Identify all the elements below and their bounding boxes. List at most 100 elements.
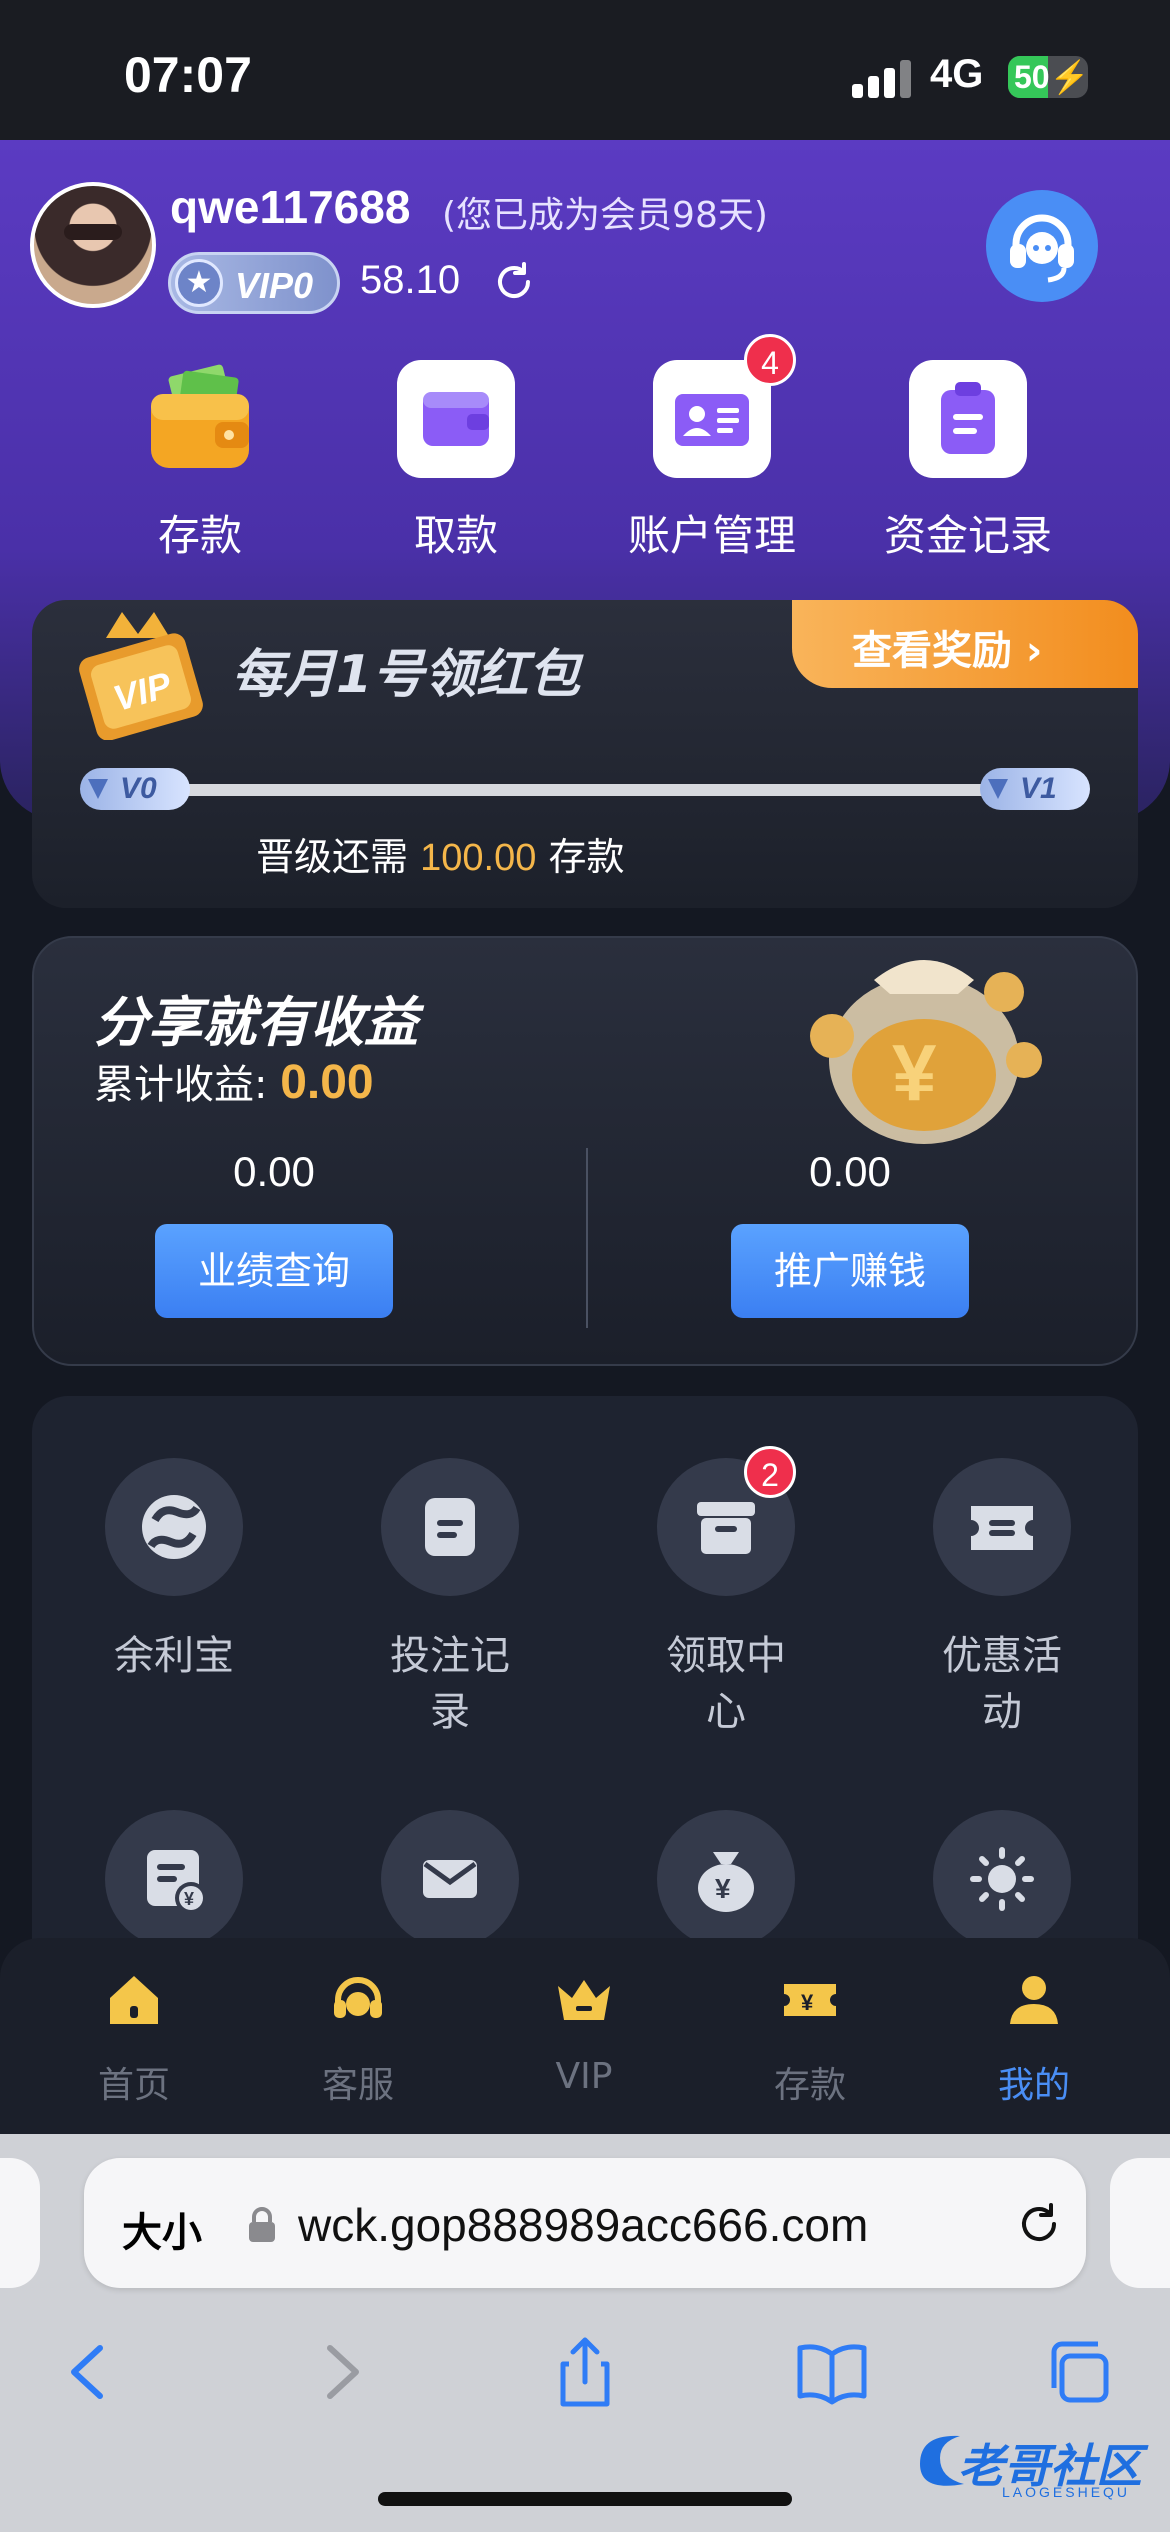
share-icon[interactable] [545, 2332, 625, 2412]
quick-action-label: 账户管理 [627, 511, 796, 560]
promote-earn-button[interactable]: 推广赚钱 [731, 1224, 969, 1318]
performance-query-button[interactable]: 业绩查询 [155, 1224, 393, 1318]
current-level-pill: V0 [80, 768, 190, 810]
tab-label-active: 我的 [997, 2065, 1070, 2106]
money-bag-illustration-icon: ¥ [810, 960, 1042, 1144]
performance-column: 0.00 业绩查询 [34, 1148, 514, 1318]
tab-label: 客服 [321, 2065, 394, 2106]
svg-text:¥: ¥ [715, 1873, 731, 1904]
tab-label: 存款 [773, 2065, 846, 2106]
tab-vip[interactable]: VIP [494, 1968, 674, 2097]
watermark-logo: 老哥社区 LAOGESHEQU [910, 2418, 1160, 2508]
avatar[interactable] [30, 182, 156, 308]
tab-label: VIP [555, 2056, 613, 2097]
text-size-button[interactable]: 大小 [122, 2200, 202, 2258]
total-earnings: 累计收益: 0.00 [94, 1056, 374, 1109]
ticket-yen-icon: ¥ [784, 1984, 836, 2016]
signal-icon [852, 58, 912, 98]
notification-badge: 2 [744, 1446, 796, 1498]
user-icon [1010, 1976, 1058, 2024]
mail-icon [381, 1810, 519, 1948]
bill-icon: ¥ [105, 1810, 243, 1948]
grid-item-bet-records[interactable]: 投注记录 [340, 1458, 560, 1740]
quick-action-account[interactable]: 4 账户管理 [628, 334, 796, 560]
grid-label: 优惠活动 [942, 1633, 1062, 1735]
status-bar: 07:07 4G 50⚡ [0, 0, 1170, 140]
share-title: 分享就有收益 [94, 991, 418, 1054]
home-icon [110, 1976, 158, 2024]
address-bar[interactable]: 大小 wck.gop888989acc666.com [84, 2158, 1086, 2288]
grid-item-promotions[interactable]: 优惠活动 [892, 1458, 1112, 1740]
yulibao-icon [105, 1458, 243, 1596]
promotion-column: 0.00 推广赚钱 [610, 1148, 1090, 1318]
grid-label: 投注记录 [390, 1633, 510, 1735]
grid-item-claim-center[interactable]: 2 领取中心 [616, 1446, 836, 1740]
tab-mine[interactable]: 我的 [944, 1968, 1124, 2108]
upgrade-amount: 100.00 [420, 837, 537, 879]
tab-support[interactable]: 客服 [268, 1968, 448, 2108]
bottom-tab-bar: 首页 客服 VIP ¥ 存款 我的 [0, 1938, 1170, 2134]
refresh-icon[interactable] [490, 258, 538, 306]
svg-text:¥: ¥ [801, 1990, 814, 2015]
previous-tab-preview[interactable] [0, 2158, 40, 2288]
clipboard-icon [909, 360, 1027, 478]
vip-star-icon: ★ [175, 259, 223, 307]
grid-label: 领取中心 [666, 1633, 786, 1735]
balance-value: 58.10 [360, 258, 461, 302]
crown-icon [558, 1980, 610, 2020]
next-tab-preview[interactable] [1110, 2158, 1170, 2288]
vip-level-label: VIP0 [235, 265, 314, 306]
username: qwe117688 [170, 181, 411, 233]
headset-icon [334, 1977, 382, 2018]
view-rewards-button[interactable]: 查看奖励 › [792, 600, 1138, 688]
quick-action-fund-records[interactable]: 资金记录 [884, 360, 1052, 560]
vip-monthly-bonus-card[interactable]: VIP 每月1号领红包 查看奖励 › V0 V1 晋级还需 100.00 存款 [32, 600, 1138, 908]
referral-earnings-card: 分享就有收益 累计收益: 0.00 ¥ 0.00 业绩查询 0.00 推广赚钱 [32, 936, 1138, 1366]
upgrade-requirement: 晋级还需 100.00 存款 [256, 835, 625, 879]
customer-support-button[interactable] [986, 190, 1098, 302]
tab-deposit[interactable]: ¥ 存款 [720, 1968, 900, 2108]
grid-label: 余利宝 [114, 1633, 234, 1679]
notification-badge: 4 [744, 334, 796, 386]
promo-ticket-icon [933, 1458, 1071, 1596]
money-bag-icon: ¥ [657, 1810, 795, 1948]
wallet-icon [141, 360, 259, 478]
home-indicator[interactable] [378, 2492, 792, 2506]
svg-text:¥: ¥ [892, 1028, 937, 1117]
back-icon[interactable] [50, 2332, 130, 2412]
divider [586, 1148, 588, 1328]
vip-progress-bar [172, 784, 1022, 796]
forward-icon[interactable] [300, 2332, 380, 2412]
grid-item-yulibao[interactable]: 余利宝 [64, 1458, 284, 1684]
tabs-icon[interactable] [1040, 2332, 1120, 2412]
member-duration: (您已成为会员98天) [442, 195, 768, 236]
tab-label: 首页 [97, 2065, 170, 2106]
next-level-pill: V1 [980, 768, 1090, 810]
battery-icon: 50⚡ [1008, 56, 1088, 98]
performance-value: 0.00 [233, 1148, 315, 1195]
quick-action-label: 取款 [413, 511, 498, 560]
bet-record-icon [381, 1458, 519, 1596]
reload-icon[interactable] [1014, 2198, 1064, 2248]
view-rewards-label: 查看奖励 › [852, 628, 1043, 674]
quick-action-label: 存款 [157, 511, 242, 560]
quick-action-deposit[interactable]: 存款 [120, 360, 280, 560]
status-time: 07:07 [124, 47, 252, 103]
tab-home[interactable]: 首页 [44, 1968, 224, 2108]
lock-icon [249, 2207, 275, 2242]
svg-text:¥: ¥ [184, 1889, 194, 1909]
bookmarks-icon[interactable] [792, 2332, 872, 2412]
battery-text: 50⚡ [1014, 59, 1088, 95]
url-text: wck.gop888989acc666.com [298, 2199, 869, 2251]
vip-level-badge[interactable]: ★ VIP0 [168, 252, 340, 314]
promotion-value: 0.00 [809, 1148, 891, 1195]
vip-headline: 每月1号领红包 [232, 645, 581, 705]
network-label: 4G [930, 52, 984, 96]
settings-sun-icon [933, 1810, 1071, 1948]
quick-action-label: 资金记录 [883, 511, 1052, 560]
vip-crown-icon: VIP [79, 612, 203, 740]
quick-action-withdraw[interactable]: 取款 [376, 360, 536, 560]
total-earnings-value: 0.00 [280, 1056, 374, 1109]
withdraw-wallet-icon [397, 360, 515, 478]
headset-icon [1010, 214, 1074, 283]
